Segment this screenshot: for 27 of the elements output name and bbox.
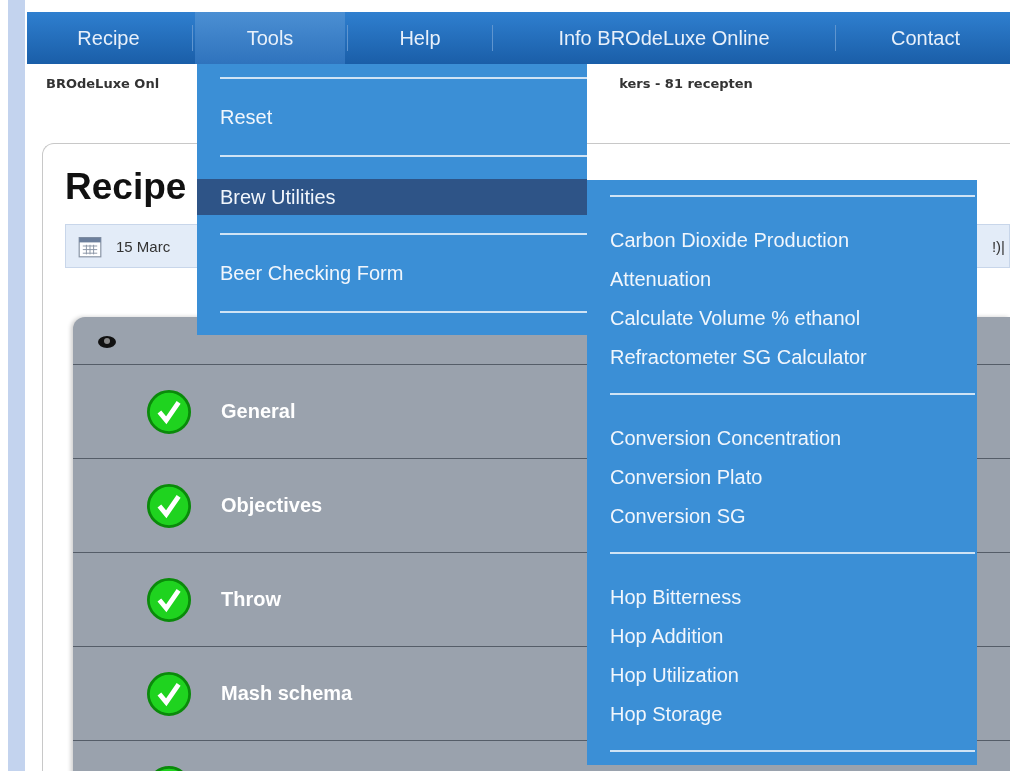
- menu-item[interactable]: Hop Storage: [587, 695, 977, 734]
- date-bar-text: !)|: [991, 237, 1006, 255]
- menu-item[interactable]: Attenuation: [587, 260, 977, 299]
- nav-tab[interactable]: Help: [350, 12, 490, 64]
- menu-item[interactable]: Calculate Volume % ethanol: [587, 299, 977, 338]
- menu-item[interactable]: Conversion Plato: [587, 458, 977, 497]
- date-text: 15 Marc: [116, 237, 171, 255]
- menu-item[interactable]: Hop Bitterness: [587, 578, 977, 617]
- nav-tab[interactable]: Recipe: [27, 12, 190, 64]
- calendar-icon: [78, 234, 102, 258]
- header-text: kers - 81 recepten: [619, 76, 753, 93]
- menu-item[interactable]: Hop Utilization: [587, 656, 977, 695]
- row-label: Objectives: [221, 494, 323, 517]
- nav-tab[interactable]: Tools: [195, 12, 345, 64]
- page-heading: Recipe: [65, 165, 187, 209]
- menu-item[interactable]: Conversion Concentration: [587, 419, 977, 458]
- menu-item[interactable]: Reset: [197, 99, 587, 135]
- row-label: Throw: [221, 588, 281, 611]
- menu-item[interactable]: Beer Checking Form: [197, 255, 587, 291]
- row-label: General: [221, 400, 296, 423]
- menu-item[interactable]: Conversion SG: [587, 497, 977, 536]
- nav-tab[interactable]: Contact: [838, 12, 1010, 64]
- nav-tab[interactable]: Info BROdeLuxe Online: [495, 12, 833, 64]
- menu-item[interactable]: Carbon Dioxide Production: [587, 221, 977, 260]
- row-label: Mash schema: [221, 682, 353, 705]
- menu-item[interactable]: Brew Utilities: [197, 179, 587, 215]
- header-text: BROdeLuxe Onl: [46, 76, 160, 93]
